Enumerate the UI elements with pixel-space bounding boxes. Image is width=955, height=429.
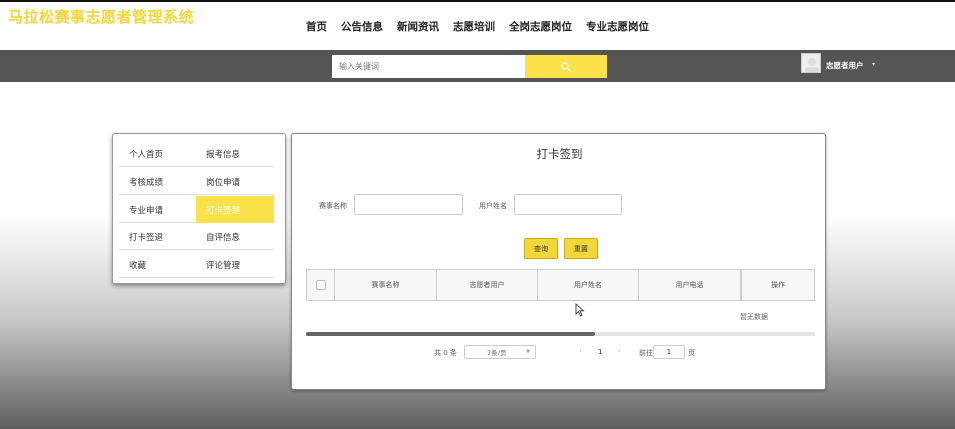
sidebar-item-profile[interactable]: 个人首页 xyxy=(119,140,197,167)
sidebar-item-comments[interactable]: 评论管理 xyxy=(196,251,274,278)
sidebar-item-checkin[interactable]: 打卡签到 xyxy=(196,196,274,223)
sidebar-item-label: 打卡签到 xyxy=(206,205,241,216)
sidebar-item-label: 岗位申请 xyxy=(206,177,241,188)
column-event-name: 赛事名称 xyxy=(335,270,437,300)
goto-label: 前往 xyxy=(639,349,653,357)
sidebar-item-scores[interactable]: 考核成绩 xyxy=(119,168,197,195)
nav-professional-positions[interactable]: 专业志愿岗位 xyxy=(586,19,649,34)
checkin-panel: 打卡签到 赛事名称 用户姓名 查询 重置 赛事名称 志愿者用户 用户姓名 用户电… xyxy=(291,133,826,390)
nav-home[interactable]: 首页 xyxy=(306,19,327,34)
goto-page-input[interactable]: 1 xyxy=(653,345,685,359)
event-name-input[interactable] xyxy=(354,194,463,215)
sidebar-item-label: 个人首页 xyxy=(129,149,164,160)
mouse-cursor-icon xyxy=(575,303,585,317)
sidebar-item-professional-apply[interactable]: 专业申请 xyxy=(119,196,197,223)
user-name-label: 用户姓名 xyxy=(479,202,507,210)
event-name-label: 赛事名称 xyxy=(319,202,347,210)
nav-all-positions[interactable]: 全岗志愿岗位 xyxy=(509,19,572,34)
sidebar-item-label: 评论管理 xyxy=(206,260,241,271)
page-size-select[interactable]: 7条/页 ▼ xyxy=(464,345,536,359)
search-input[interactable] xyxy=(332,55,526,78)
search-icon xyxy=(561,61,571,71)
query-button[interactable]: 查询 xyxy=(524,238,558,259)
column-actions: 操作 xyxy=(741,270,814,300)
empty-state: 暂无数据 xyxy=(740,313,768,321)
column-volunteer: 志愿者用户 xyxy=(437,270,538,300)
nav-news[interactable]: 新闻资讯 xyxy=(397,19,439,34)
search-button[interactable] xyxy=(525,55,607,78)
sidebar-item-position-apply[interactable]: 岗位申请 xyxy=(196,168,274,195)
select-all-cell xyxy=(307,270,335,300)
user-name-input[interactable] xyxy=(514,194,622,215)
sidebar-item-label: 收藏 xyxy=(129,260,147,271)
sidebar-menu: 个人首页 报考信息 考核成绩 岗位申请 专业申请 打卡签到 打卡签退 自评信息 … xyxy=(112,133,286,284)
prev-page-button[interactable]: ‹ xyxy=(579,347,582,355)
next-page-button[interactable]: › xyxy=(618,347,621,355)
nav-announcements[interactable]: 公告信息 xyxy=(341,19,383,34)
sidebar-item-label: 自评信息 xyxy=(206,232,241,243)
sidebar-item-favorites[interactable]: 收藏 xyxy=(119,251,197,278)
page-size-value: 7条/页 xyxy=(487,349,507,357)
page-title: 打卡签到 xyxy=(536,147,583,161)
user-name[interactable]: 志愿者用户 xyxy=(826,60,864,71)
sidebar-item-label: 考核成绩 xyxy=(129,177,164,188)
chevron-down-icon: ▼ xyxy=(526,349,530,355)
site-title: 马拉松赛事志愿者管理系统 xyxy=(8,8,195,26)
sidebar-item-label: 打卡签退 xyxy=(129,232,164,243)
column-user-phone: 用户电话 xyxy=(639,270,741,300)
nav-training[interactable]: 志愿培训 xyxy=(453,19,495,34)
total-count: 共 0 条 xyxy=(434,349,457,357)
current-page[interactable]: 1 xyxy=(598,348,602,356)
avatar[interactable] xyxy=(801,53,821,73)
column-user-name: 用户姓名 xyxy=(538,270,639,300)
chevron-down-icon[interactable]: ▾ xyxy=(872,61,875,68)
table-header: 赛事名称 志愿者用户 用户姓名 用户电话 操作 xyxy=(306,269,815,301)
sidebar-item-registration[interactable]: 报考信息 xyxy=(196,140,274,167)
sidebar-item-self-evaluation[interactable]: 自评信息 xyxy=(196,223,274,250)
reset-button[interactable]: 重置 xyxy=(564,238,598,259)
user-icon xyxy=(805,58,819,72)
sidebar-item-label: 专业申请 xyxy=(129,205,164,216)
horizontal-scrollbar-thumb[interactable] xyxy=(306,332,595,336)
page-unit-label: 页 xyxy=(688,349,695,357)
sidebar-item-label: 报考信息 xyxy=(206,149,241,160)
select-all-checkbox[interactable] xyxy=(315,280,326,290)
sidebar-item-checkout[interactable]: 打卡签退 xyxy=(119,223,197,250)
